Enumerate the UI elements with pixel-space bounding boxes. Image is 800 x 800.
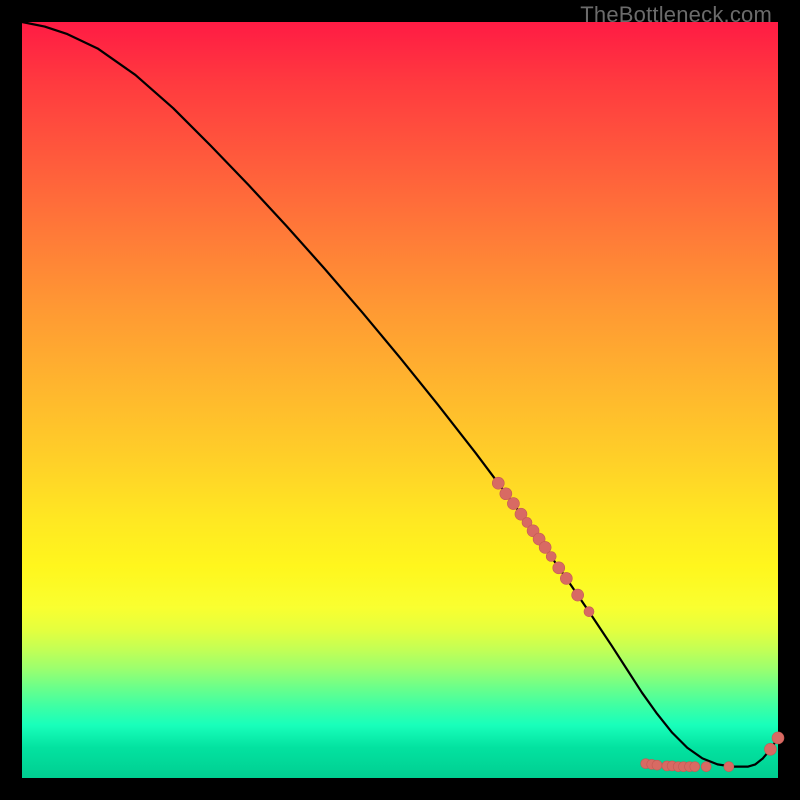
data-markers (492, 477, 784, 771)
data-marker (546, 551, 556, 561)
data-marker (553, 562, 565, 574)
data-marker (764, 743, 776, 755)
data-marker (492, 477, 504, 489)
data-marker (500, 488, 512, 500)
data-marker (701, 762, 711, 772)
curve-svg (22, 22, 778, 778)
data-marker (652, 760, 662, 770)
data-marker (572, 589, 584, 601)
chart-container: TheBottleneck.com (0, 0, 800, 800)
data-marker (560, 572, 572, 584)
data-marker (772, 732, 784, 744)
plot-area (22, 22, 778, 778)
data-marker (507, 498, 519, 510)
bottleneck-curve (22, 22, 778, 767)
data-marker (724, 762, 734, 772)
data-marker (584, 607, 594, 617)
data-marker (690, 762, 700, 772)
